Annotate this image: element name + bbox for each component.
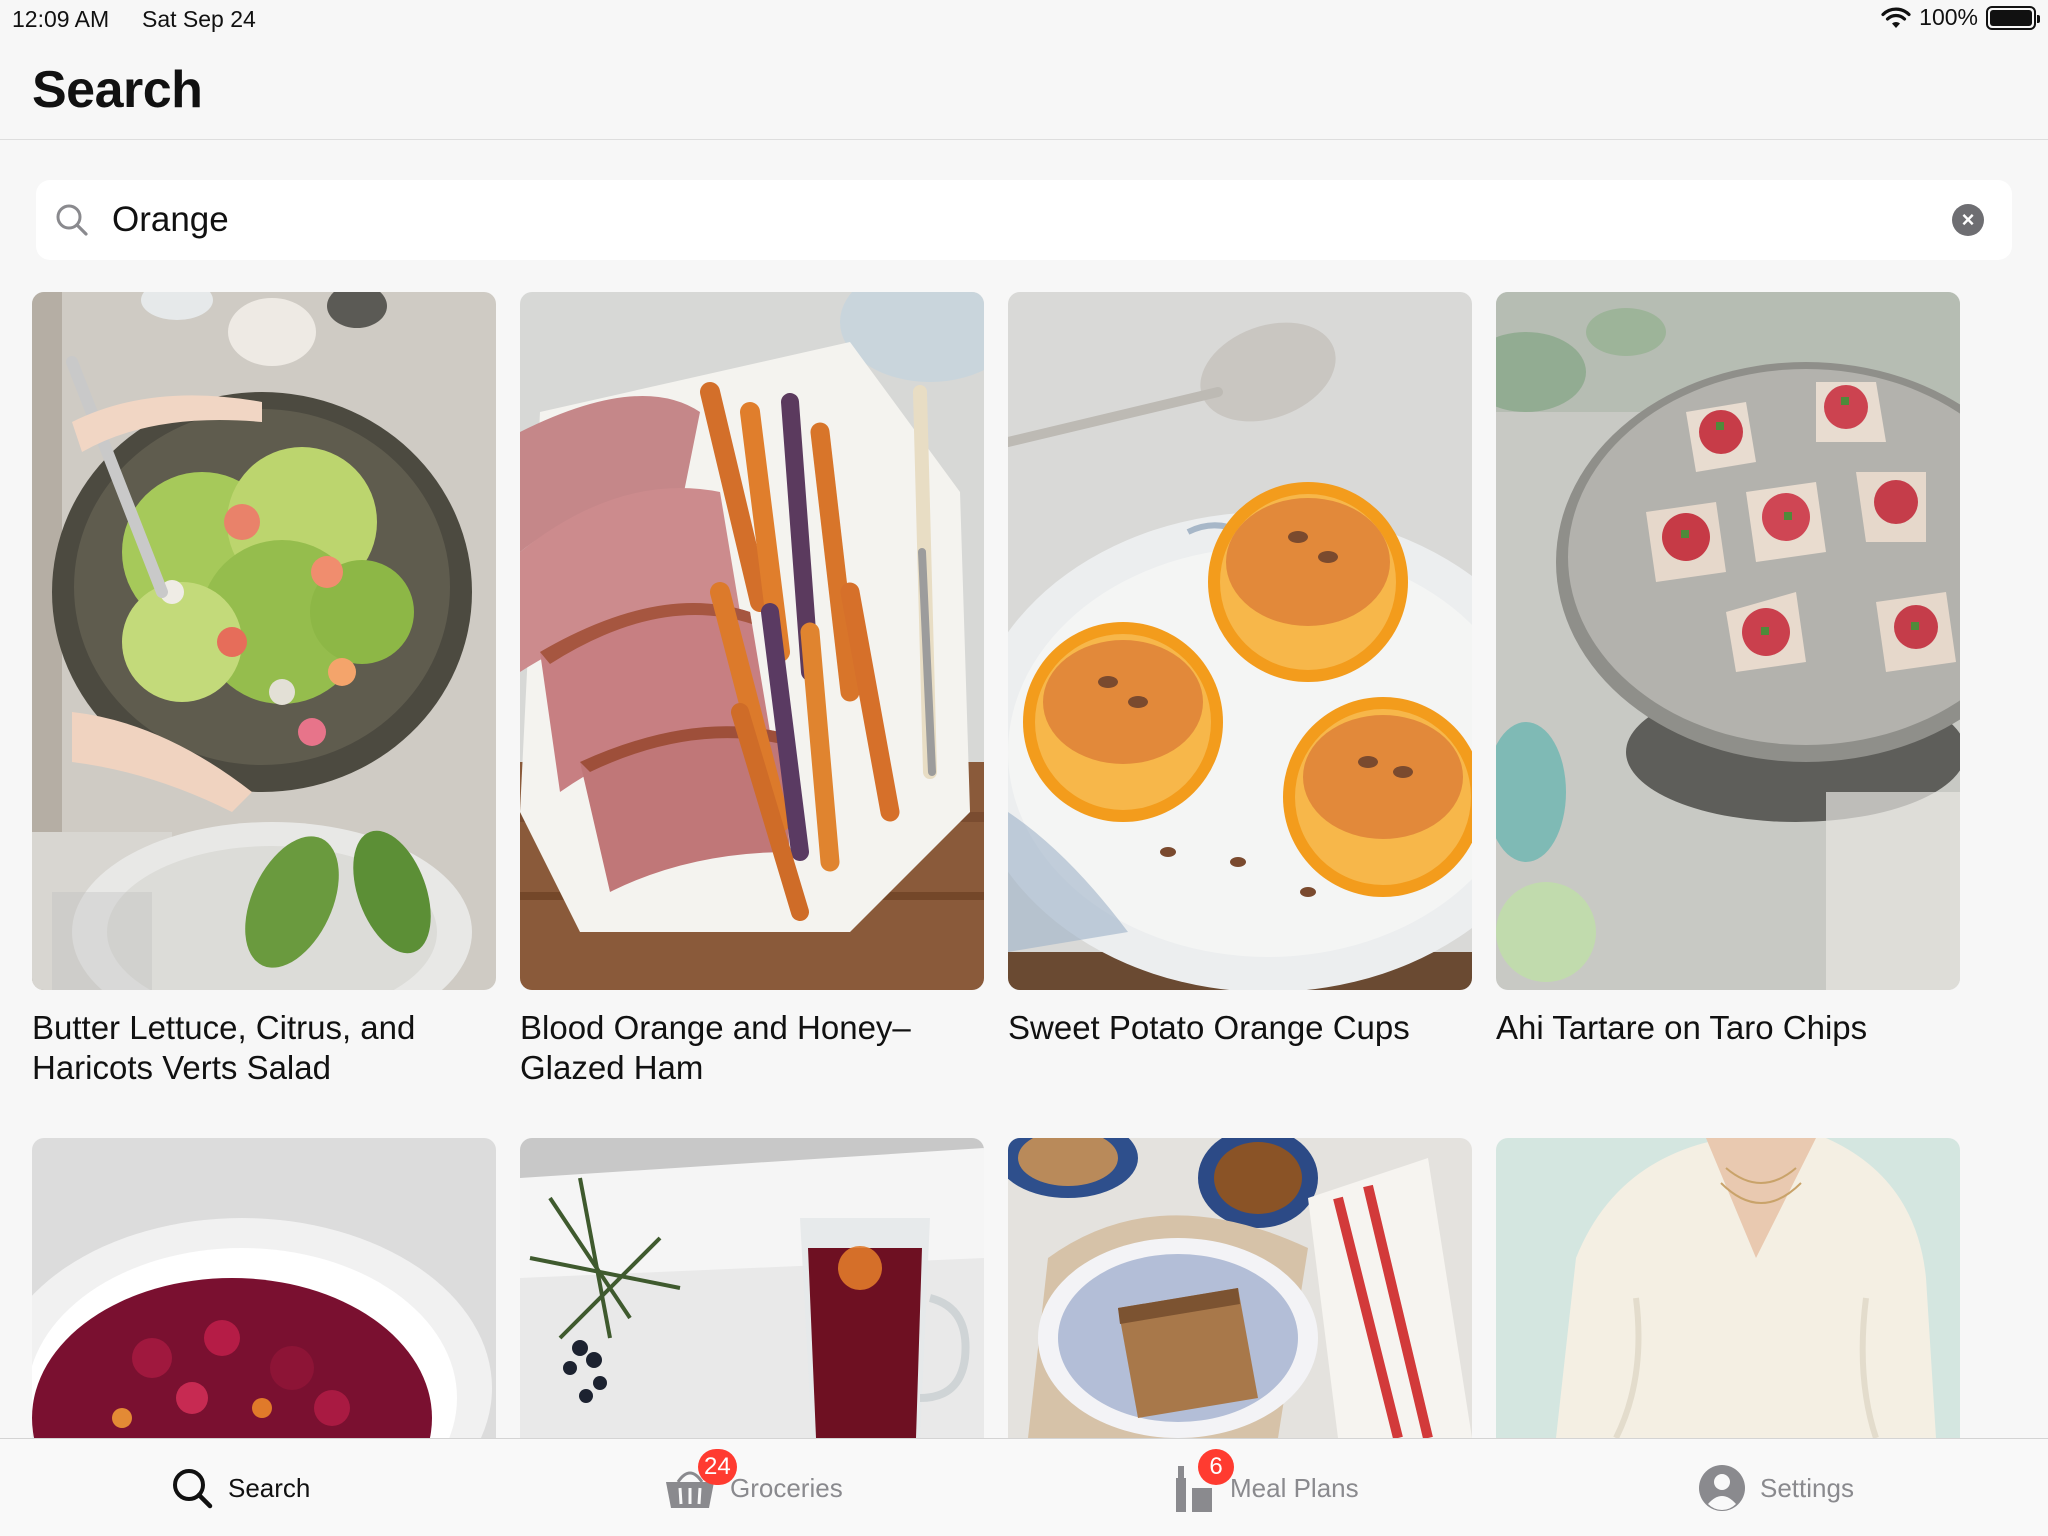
battery-icon	[1986, 5, 2040, 30]
recipe-title[interactable]: Sweet Potato Orange Cups	[1008, 1008, 1472, 1048]
tab-bar: Search Groceries 24 Meal Plans 6 Setting…	[0, 1438, 2048, 1536]
status-time: 12:09 AM	[12, 6, 110, 32]
tab-search[interactable]: Search	[170, 1439, 310, 1536]
recipe-card[interactable]: Ahi Tartare on Taro Chips	[1496, 292, 1960, 1048]
status-indicators: 100%	[1881, 4, 2040, 31]
recipe-card[interactable]: Sweet Potato Orange Cups	[1008, 292, 1472, 1048]
meal-plans-badge: 6	[1198, 1449, 1234, 1485]
recipe-image-ahi-tartare[interactable]	[1496, 292, 1960, 990]
recipe-image-mulled-wine[interactable]	[520, 1138, 984, 1438]
tab-groceries[interactable]: Groceries 24	[664, 1439, 843, 1536]
close-icon: ×	[1961, 207, 1975, 232]
battery-percent: 100%	[1919, 4, 1978, 30]
search-icon	[56, 204, 88, 236]
person-icon	[1699, 1465, 1745, 1511]
recipe-card[interactable]	[32, 1138, 496, 1438]
search-icon	[173, 1469, 213, 1509]
recipe-card[interactable]: Butter Lettuce, Citrus, and Haricots Ver…	[32, 292, 496, 1088]
recipe-title[interactable]: Ahi Tartare on Taro Chips	[1496, 1008, 1960, 1048]
search-field[interactable]: ×	[36, 180, 2012, 260]
recipe-image-ham[interactable]	[520, 292, 984, 990]
recipe-card[interactable]	[520, 1138, 984, 1438]
status-bar: 12:09 AM Sat Sep 24 100%	[0, 0, 2048, 40]
recipe-image-sweet-potato-cups[interactable]	[1008, 292, 1472, 990]
wifi-icon	[1881, 7, 1911, 28]
recipe-card[interactable]	[1496, 1138, 1960, 1438]
page-title: Search	[32, 61, 203, 119]
tab-meal-plans[interactable]: Meal Plans 6	[1172, 1439, 1359, 1536]
recipe-title[interactable]: Blood Orange and Honey–Glazed Ham	[520, 1008, 984, 1088]
tab-settings[interactable]: Settings	[1698, 1439, 1854, 1536]
clear-search-button[interactable]: ×	[1952, 204, 1984, 236]
tab-label: Meal Plans	[1230, 1472, 1359, 1503]
search-input[interactable]	[112, 192, 1912, 248]
recipe-image-salad[interactable]	[32, 292, 496, 990]
groceries-badge: 24	[698, 1449, 737, 1485]
recipe-card[interactable]: Blood Orange and Honey–Glazed Ham	[520, 292, 984, 1088]
recipe-image-person[interactable]	[1496, 1138, 1960, 1438]
tab-label: Search	[228, 1472, 311, 1503]
recipe-image-cranberry[interactable]	[32, 1138, 496, 1438]
navigation-header: Search	[0, 40, 2048, 140]
status-date: Sat Sep 24	[142, 6, 256, 32]
recipe-image-cake[interactable]	[1008, 1138, 1472, 1438]
battery-level	[1990, 9, 2032, 26]
tab-label: Groceries	[730, 1472, 843, 1503]
tab-label: Settings	[1760, 1472, 1854, 1503]
recipe-card[interactable]	[1008, 1138, 1472, 1438]
recipe-grid[interactable]: Butter Lettuce, Citrus, and Haricots Ver…	[32, 292, 2022, 1440]
recipe-title[interactable]: Butter Lettuce, Citrus, and Haricots Ver…	[32, 1008, 496, 1088]
